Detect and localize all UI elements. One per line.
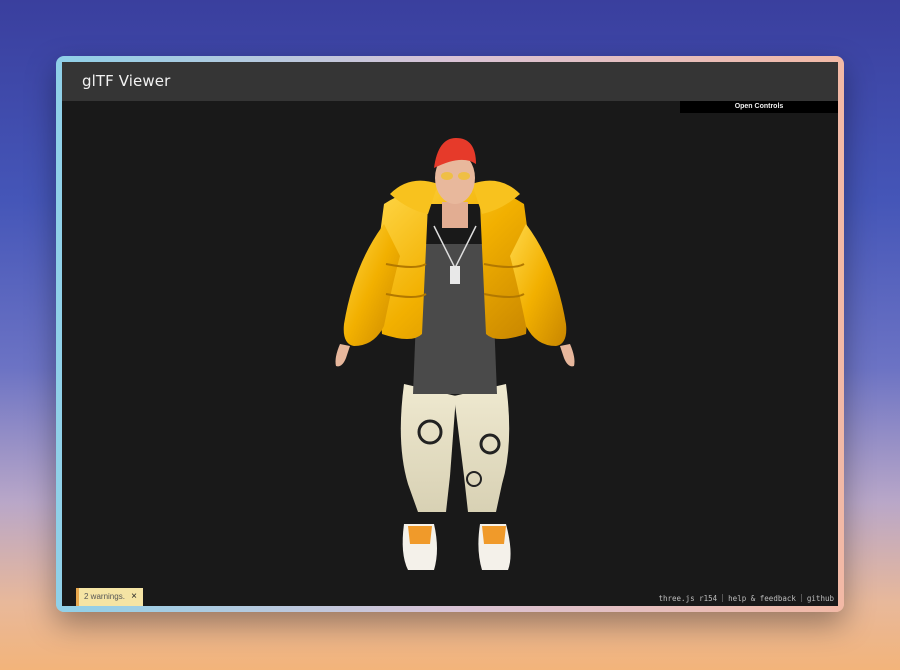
close-icon[interactable]: × [131, 588, 137, 606]
footer-divider [722, 594, 724, 602]
footer-link-help[interactable]: help & feedback [728, 594, 796, 603]
browser-window: glTF Viewer Open Controls 2 warnings. × … [56, 56, 844, 612]
footer-link-threejs[interactable]: three.js r154 [658, 594, 717, 603]
footer-divider [800, 594, 802, 602]
app-container: glTF Viewer Open Controls 2 warnings. × … [62, 62, 838, 606]
footer-links: three.js r154 help & feedback github [658, 594, 834, 603]
app-title: glTF Viewer [62, 62, 838, 101]
warnings-text: 2 warnings. [84, 592, 125, 601]
warnings-badge: 2 warnings. × [76, 588, 143, 606]
footer-link-github[interactable]: github [807, 594, 834, 603]
3d-viewport[interactable] [62, 101, 838, 606]
character-model[interactable] [324, 134, 586, 582]
